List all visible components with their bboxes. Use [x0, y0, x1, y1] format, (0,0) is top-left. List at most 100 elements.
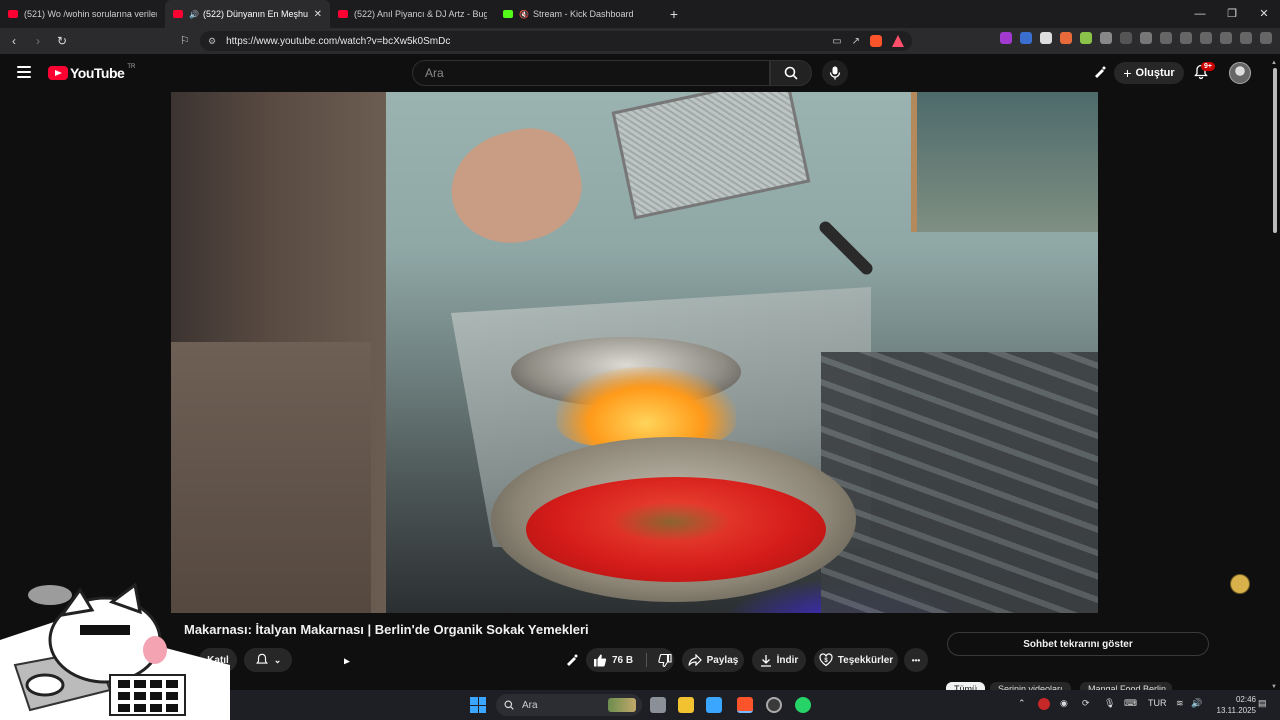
extension-icon[interactable]: [1120, 32, 1132, 44]
bookmark-icon[interactable]: ⚐: [180, 34, 190, 47]
clock-date: 13.11.2025: [1216, 706, 1256, 715]
url-field[interactable]: ⚙ https://www.youtube.com/watch?v=bcXw5k…: [200, 31, 912, 51]
reload-button[interactable]: ↻: [52, 34, 72, 48]
tray-app-icon[interactable]: [1038, 698, 1050, 710]
task-view-icon[interactable]: [650, 697, 666, 713]
extension-icon[interactable]: [1060, 32, 1072, 44]
keyboard-icon[interactable]: ⌨: [1124, 698, 1137, 709]
shield-icon[interactable]: [1100, 32, 1112, 44]
youtube-logo[interactable]: YouTube TR: [48, 64, 135, 81]
brave-rewards-icon[interactable]: [892, 35, 904, 47]
magic-wand-icon[interactable]: [1093, 65, 1107, 79]
windows-start-icon[interactable]: [470, 697, 486, 713]
share-button[interactable]: Paylaş: [682, 648, 744, 672]
page-scrollbar[interactable]: ▲ ▼: [1270, 60, 1280, 690]
extension-icon[interactable]: [1040, 32, 1052, 44]
tab-label: (521) Wo /wohin sorularına verilen c: [24, 9, 157, 19]
tray-steam-icon[interactable]: ◉: [1060, 698, 1068, 709]
steam-icon[interactable]: [766, 697, 782, 713]
whatsapp-icon[interactable]: [795, 697, 811, 713]
menu-icon[interactable]: [1260, 32, 1272, 44]
store-icon[interactable]: [706, 697, 722, 713]
share-icon[interactable]: ↗: [852, 36, 860, 47]
extension-icons: [1000, 32, 1272, 44]
notification-center-icon[interactable]: ▤: [1258, 698, 1267, 709]
window-controls: — ❐ ✕: [1184, 0, 1280, 28]
close-window-button[interactable]: ✕: [1248, 0, 1280, 28]
channel-watermark[interactable]: [1230, 574, 1250, 594]
wallet-icon[interactable]: [1200, 32, 1212, 44]
speaker-icon[interactable]: 🔊: [189, 10, 199, 19]
tray-mic-icon[interactable]: 🎙: [1104, 698, 1115, 709]
vpn-icon[interactable]: [1240, 32, 1252, 44]
video-frame-handle: [817, 219, 875, 277]
cast-icon[interactable]: ▭: [832, 36, 841, 47]
brave-shields-icon[interactable]: [870, 35, 882, 47]
video-frame-grate: [821, 352, 1098, 613]
create-button[interactable]: + Oluştur: [1114, 62, 1184, 84]
browser-tab-4[interactable]: 🔇 Stream - Kick Dashboard: [495, 0, 660, 28]
muted-speaker-icon[interactable]: 🔇: [519, 10, 529, 19]
search-icon: [504, 700, 514, 710]
forward-button[interactable]: ›: [28, 34, 48, 48]
avatar[interactable]: [1229, 62, 1251, 84]
taskbar-clock[interactable]: 02:46 13.11.2025: [1208, 694, 1256, 716]
scroll-up-icon[interactable]: ▲: [1271, 60, 1277, 66]
show-chat-replay-button[interactable]: Sohbet tekrarını göster: [947, 632, 1209, 656]
search-input[interactable]: Ara: [412, 60, 770, 86]
download-button[interactable]: İndir: [752, 648, 806, 672]
tab-label: (522) Dünyanın En Meşhur M: [202, 9, 308, 19]
thanks-button[interactable]: $ Teşekkürler: [814, 648, 898, 672]
taskbar-search-placeholder: Ara: [522, 699, 538, 711]
search-icon: [784, 66, 798, 80]
sidebar-icon[interactable]: [1180, 32, 1192, 44]
brave-browser-icon[interactable]: [737, 697, 753, 713]
translate-icon[interactable]: [1020, 32, 1032, 44]
minimize-button[interactable]: —: [1184, 0, 1216, 28]
clock-time: 02:46: [1235, 695, 1256, 704]
browser-tab-3[interactable]: (522) Anıl Piyancı & DJ Artz - Bugün: [330, 0, 495, 28]
close-tab-icon[interactable]: ✕: [314, 9, 322, 20]
leo-ai-icon[interactable]: [1220, 32, 1232, 44]
search-highlight-image: [608, 698, 636, 712]
super-thanks-icon: $: [819, 653, 833, 667]
music-icon[interactable]: [1160, 32, 1172, 44]
extension-icon[interactable]: [1000, 32, 1012, 44]
taskbar-search-input[interactable]: Ara: [496, 694, 642, 716]
video-player[interactable]: [171, 92, 1098, 613]
thumbs-down-icon[interactable]: [658, 653, 672, 667]
more-actions-button[interactable]: •••: [904, 648, 928, 672]
video-frame-hand: [438, 117, 594, 257]
puzzle-icon[interactable]: [1140, 32, 1152, 44]
site-settings-icon[interactable]: ⚙: [208, 36, 216, 47]
hamburger-menu-icon[interactable]: [17, 66, 31, 78]
subscribed-notifications-button[interactable]: ⌄: [244, 648, 292, 672]
back-button[interactable]: ‹: [4, 34, 24, 48]
kick-icon: [503, 10, 513, 18]
language-indicator[interactable]: TUR: [1148, 698, 1167, 708]
tray-overflow-icon[interactable]: ⌃: [1018, 698, 1026, 709]
browser-tab-2[interactable]: 🔊 (522) Dünyanın En Meşhur M ✕: [165, 0, 330, 28]
volume-icon[interactable]: 🔊: [1191, 698, 1202, 709]
tab-label: Stream - Kick Dashboard: [532, 9, 634, 19]
notification-badge: 9+: [1201, 62, 1215, 71]
extension-icon[interactable]: [1080, 32, 1092, 44]
like-dislike-group: 76 B: [586, 648, 674, 672]
youtube-icon: [8, 10, 18, 18]
create-label: Oluştur: [1135, 67, 1175, 79]
thanks-label: Teşekkürler: [837, 654, 894, 666]
new-tab-button[interactable]: +: [664, 6, 684, 22]
maximize-button[interactable]: ❐: [1216, 0, 1248, 28]
magic-wand-icon[interactable]: [565, 653, 579, 667]
video-frame-flame: [556, 367, 736, 447]
tray-sync-icon[interactable]: ⟳: [1082, 698, 1090, 709]
browser-tab-1[interactable]: (521) Wo /wohin sorularına verilen c: [0, 0, 165, 28]
like-button[interactable]: 76 B: [593, 654, 633, 667]
scrollbar-thumb[interactable]: [1273, 68, 1277, 233]
file-explorer-icon[interactable]: [678, 697, 694, 713]
chevron-down-icon: ⌄: [273, 654, 282, 665]
voice-search-button[interactable]: [822, 60, 848, 86]
search-button[interactable]: [770, 60, 812, 86]
url-actions: ▭ ↗: [832, 35, 904, 47]
wifi-icon[interactable]: ≋: [1176, 698, 1184, 709]
